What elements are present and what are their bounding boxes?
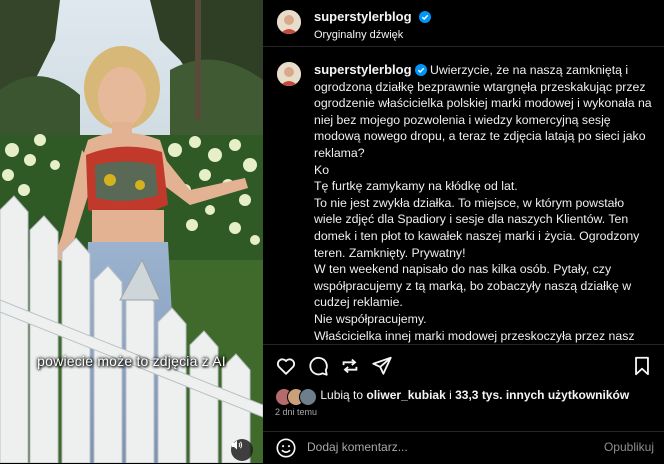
caption-paragraph: Uwierzycie, że na naszą zamkniętą i ogro… xyxy=(314,63,652,160)
verified-badge-icon xyxy=(414,64,427,76)
header-username[interactable]: superstylerblog xyxy=(314,9,412,24)
caption-paragraph: Właścicielka innej marki modowej przesko… xyxy=(314,328,635,343)
caption-scroll-area[interactable]: superstylerblog Uwierzycie, że na naszą … xyxy=(263,47,664,344)
speaker-icon xyxy=(232,440,243,450)
liker-avatar xyxy=(299,388,317,406)
like-heart-icon[interactable] xyxy=(275,355,297,377)
emoji-icon[interactable] xyxy=(275,437,297,459)
caption-paragraph: Tę furtkę zamykamy na kłódkę od lat. xyxy=(314,179,518,194)
mute-button[interactable] xyxy=(231,439,253,461)
avatar-image xyxy=(277,62,301,86)
caption-paragraph: Nie współpracujemy. xyxy=(314,311,427,326)
comment-bar: Opublikuj xyxy=(263,431,664,464)
video-caption: powiecie może to zdjęcia z AI xyxy=(37,353,226,369)
likes-connector: i xyxy=(449,388,452,403)
post-image xyxy=(0,0,263,463)
repost-icon[interactable] xyxy=(339,355,361,377)
post-header: superstylerblog Oryginalny dźwięk xyxy=(263,0,664,47)
share-paper-plane-icon[interactable] xyxy=(371,355,393,377)
comment-input[interactable] xyxy=(307,440,587,454)
likes-others-link[interactable]: 33,3 tys. innych użytkowników xyxy=(455,388,629,402)
comment-bubble-icon[interactable] xyxy=(307,355,329,377)
caption-paragraph: Ko xyxy=(314,162,330,177)
likes-prefix: Lubią to xyxy=(320,388,364,403)
header-meta: superstylerblog Oryginalny dźwięk xyxy=(314,8,431,41)
verified-badge-icon xyxy=(418,11,431,23)
caption-avatar[interactable] xyxy=(277,62,301,86)
caption-text: superstylerblog Uwierzycie, że na naszą … xyxy=(314,62,654,344)
caption-username[interactable]: superstylerblog xyxy=(314,62,412,77)
post-media[interactable]: powiecie może to zdjęcia z AI xyxy=(0,0,263,463)
caption-first-paragraph: superstylerblog Uwierzycie, że na naszą … xyxy=(314,62,654,162)
action-bar xyxy=(263,344,664,385)
post-date[interactable]: 2 dni temu xyxy=(275,407,317,417)
liker-avatars xyxy=(275,388,317,406)
caption-paragraph: W ten weekend napisało do nas kilka osób… xyxy=(314,262,632,310)
caption-paragraph: To nie jest zwykła działka. To miejsce, … xyxy=(314,195,640,260)
likes-summary: Lubią to oliwer_kubiak i 33,3 tys. innyc… xyxy=(275,388,629,406)
save-bookmark-icon[interactable] xyxy=(631,355,653,377)
publish-button[interactable]: Opublikuj xyxy=(604,440,654,454)
author-avatar[interactable] xyxy=(277,10,301,34)
audio-label[interactable]: Oryginalny dźwięk xyxy=(314,29,431,41)
likes-user-link[interactable]: oliwer_kubiak xyxy=(366,388,445,402)
post-panel: superstylerblog Oryginalny dźwięk supers… xyxy=(263,0,664,463)
avatar-image xyxy=(277,10,301,34)
